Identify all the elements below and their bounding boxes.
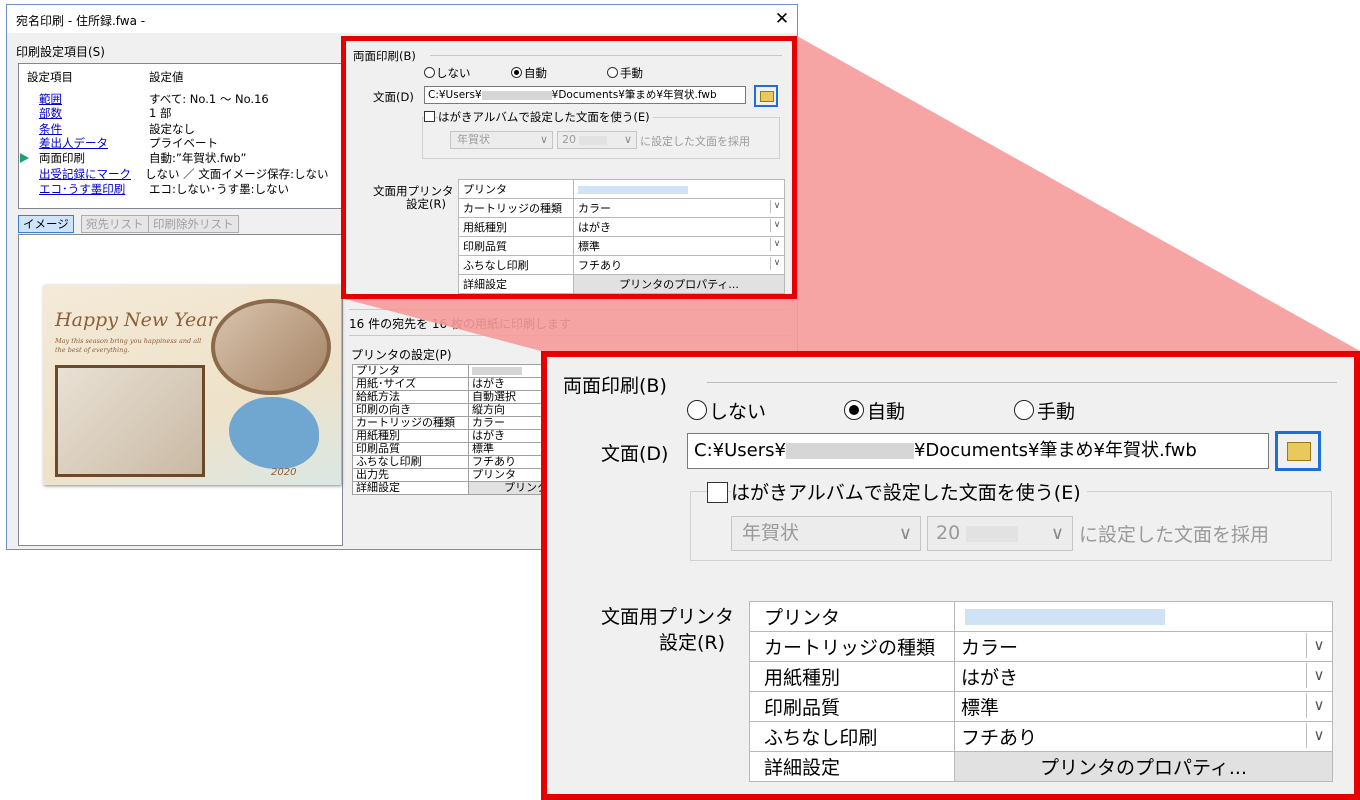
- file-path-prefix: C:¥Users¥: [428, 89, 482, 101]
- chevron-down-icon[interactable]: ∨: [770, 219, 783, 232]
- chevron-down-icon[interactable]: ∨: [1306, 663, 1331, 688]
- grid-select-quality[interactable]: 標準 ∨: [954, 691, 1333, 722]
- radio-manual-label: 手動: [620, 66, 643, 80]
- album-type-value: 年賀状: [742, 522, 800, 544]
- album-checkbox[interactable]: [424, 111, 435, 122]
- chevron-down-icon[interactable]: ∨: [1306, 633, 1331, 658]
- grid-select-paper[interactable]: はがき ∨: [573, 217, 785, 237]
- chevron-down-icon[interactable]: ∨: [770, 200, 783, 213]
- album-suffix: に設定した文面を採用: [1079, 524, 1270, 546]
- folder-search-icon: [1287, 442, 1311, 461]
- divider: [707, 382, 1337, 383]
- browse-button[interactable]: [754, 85, 778, 107]
- grid-value: カラー: [961, 637, 1019, 659]
- radio-manual[interactable]: [607, 67, 618, 78]
- grid-label: カートリッジの種類: [749, 631, 955, 662]
- grid-label: 用紙種別: [749, 661, 955, 692]
- grid-value: 標準: [961, 697, 1000, 719]
- duplex-printer-grid: プリンタ カートリッジの種類 カラー ∨ 用紙種別 はがき ∨ 印刷品質 標準 ∨ ふちなし…: [458, 179, 785, 294]
- blurred-printer-name: [965, 609, 1165, 625]
- grid-value-printer[interactable]: [573, 179, 785, 199]
- grid-label: 詳細設定: [749, 751, 955, 782]
- grid-value: カラー: [578, 202, 611, 215]
- radio-none-label: しない: [709, 401, 767, 423]
- radio-manual[interactable]: [1014, 400, 1034, 420]
- grid-value: フチあり: [961, 727, 1038, 749]
- grid-value: 標準: [578, 240, 600, 253]
- album-type-value: 年賀状: [457, 133, 490, 146]
- file-path-input[interactable]: C:¥Users¥ ¥Documents¥筆まめ¥年賀状.fwb: [424, 86, 746, 104]
- album-type-select[interactable]: 年賀状 ∨: [450, 131, 553, 149]
- file-path-prefix: C:¥Users¥: [694, 440, 786, 461]
- blurred-user-name: [785, 443, 914, 459]
- printer-settings-label-2: 設定(R): [659, 632, 726, 654]
- duplex-printer-grid: プリンタ カートリッジの種類 カラー ∨ 用紙種別 はがき ∨ 印刷品質 標準 ∨ ふちなし…: [749, 601, 1333, 782]
- album-year-value: 20: [562, 133, 576, 146]
- grid-select-borderless[interactable]: フチあり ∨: [573, 255, 785, 275]
- duplex-panel-zoomed: 両面印刷(B) しない 自動 手動 文面(D) C:¥Users¥ ¥Docume…: [541, 351, 1360, 800]
- grid-label: プリンタ: [749, 601, 955, 632]
- file-path-suffix: ¥Documents¥筆まめ¥年賀状.fwb: [551, 89, 717, 101]
- grid-label: ふちなし印刷: [458, 255, 574, 275]
- chevron-down-icon[interactable]: ∨: [1306, 693, 1331, 718]
- file-path-suffix: ¥Documents¥筆まめ¥年賀状.fwb: [913, 440, 1197, 461]
- album-type-select[interactable]: 年賀状 ∨: [731, 516, 921, 551]
- chevron-down-icon[interactable]: ∨: [1306, 723, 1331, 748]
- divider: [430, 55, 782, 56]
- album-year-select[interactable]: 20 ∨: [927, 516, 1073, 551]
- grid-select-cartridge[interactable]: カラー ∨: [954, 631, 1333, 662]
- folder-search-icon: [760, 91, 774, 102]
- duplex-group-label: 両面印刷(B): [563, 375, 667, 397]
- grid-label: 用紙種別: [458, 217, 574, 237]
- radio-auto[interactable]: [844, 400, 864, 420]
- grid-select-paper[interactable]: はがき ∨: [954, 661, 1333, 692]
- duplex-panel-small: 両面印刷(B) しない 自動 手動 文面(D) C:¥Users¥ ¥Docume…: [341, 36, 797, 299]
- radio-none[interactable]: [687, 400, 707, 420]
- album-year-value: 20: [936, 522, 961, 544]
- grid-select-cartridge[interactable]: カラー ∨: [573, 198, 785, 218]
- file-label: 文面(D): [601, 443, 669, 465]
- duplex-group-label: 両面印刷(B): [353, 49, 416, 63]
- grid-select-quality[interactable]: 標準 ∨: [573, 236, 785, 256]
- album-checkbox-label: はがきアルバムで設定した文面を使う(E): [438, 109, 653, 125]
- radio-auto-label: 自動: [867, 401, 906, 423]
- grid-value: はがき: [578, 221, 611, 234]
- grid-value: はがき: [961, 667, 1019, 689]
- blurred-year: [579, 135, 607, 145]
- album-checkbox-label: はがきアルバムで設定した文面を使う(E): [731, 478, 1087, 505]
- grid-label: プリンタ: [458, 179, 574, 199]
- radio-none[interactable]: [424, 67, 435, 78]
- radio-auto-label: 自動: [524, 66, 547, 80]
- chevron-down-icon: ∨: [1050, 523, 1064, 544]
- chevron-down-icon: ∨: [539, 133, 548, 146]
- printer-settings-label: 文面用プリンタ: [601, 606, 735, 628]
- grid-label: 印刷品質: [749, 691, 955, 722]
- grid-value-printer[interactable]: [954, 601, 1333, 632]
- grid-value: フチあり: [578, 259, 622, 272]
- grid-select-borderless[interactable]: フチあり ∨: [954, 721, 1333, 752]
- radio-none-label: しない: [436, 66, 471, 80]
- grid-label: ふちなし印刷: [749, 721, 955, 752]
- album-checkbox[interactable]: [707, 482, 728, 503]
- grid-label: 印刷品質: [458, 236, 574, 256]
- blurred-year: [966, 525, 1019, 542]
- grid-label: カートリッジの種類: [458, 198, 574, 218]
- printer-settings-label-2: 設定(R): [406, 197, 446, 211]
- blurred-user-name: [481, 90, 552, 100]
- album-year-select[interactable]: 20 ∨: [557, 131, 637, 149]
- blurred-printer-name: [578, 185, 688, 194]
- chevron-down-icon: ∨: [623, 133, 632, 146]
- album-suffix: に設定した文面を採用: [640, 135, 750, 148]
- radio-manual-label: 手動: [1037, 401, 1076, 423]
- grid-label: 詳細設定: [458, 274, 574, 294]
- file-path-input[interactable]: C:¥Users¥ ¥Documents¥筆まめ¥年賀状.fwb: [687, 433, 1269, 469]
- file-label: 文面(D): [373, 90, 414, 104]
- printer-properties-button[interactable]: プリンタのプロパティ...: [954, 751, 1333, 782]
- chevron-down-icon[interactable]: ∨: [770, 257, 783, 270]
- radio-auto[interactable]: [511, 67, 522, 78]
- chevron-down-icon[interactable]: ∨: [770, 238, 783, 251]
- printer-properties-button[interactable]: プリンタのプロパティ...: [573, 274, 785, 294]
- chevron-down-icon: ∨: [898, 523, 912, 544]
- browse-button[interactable]: [1275, 431, 1321, 471]
